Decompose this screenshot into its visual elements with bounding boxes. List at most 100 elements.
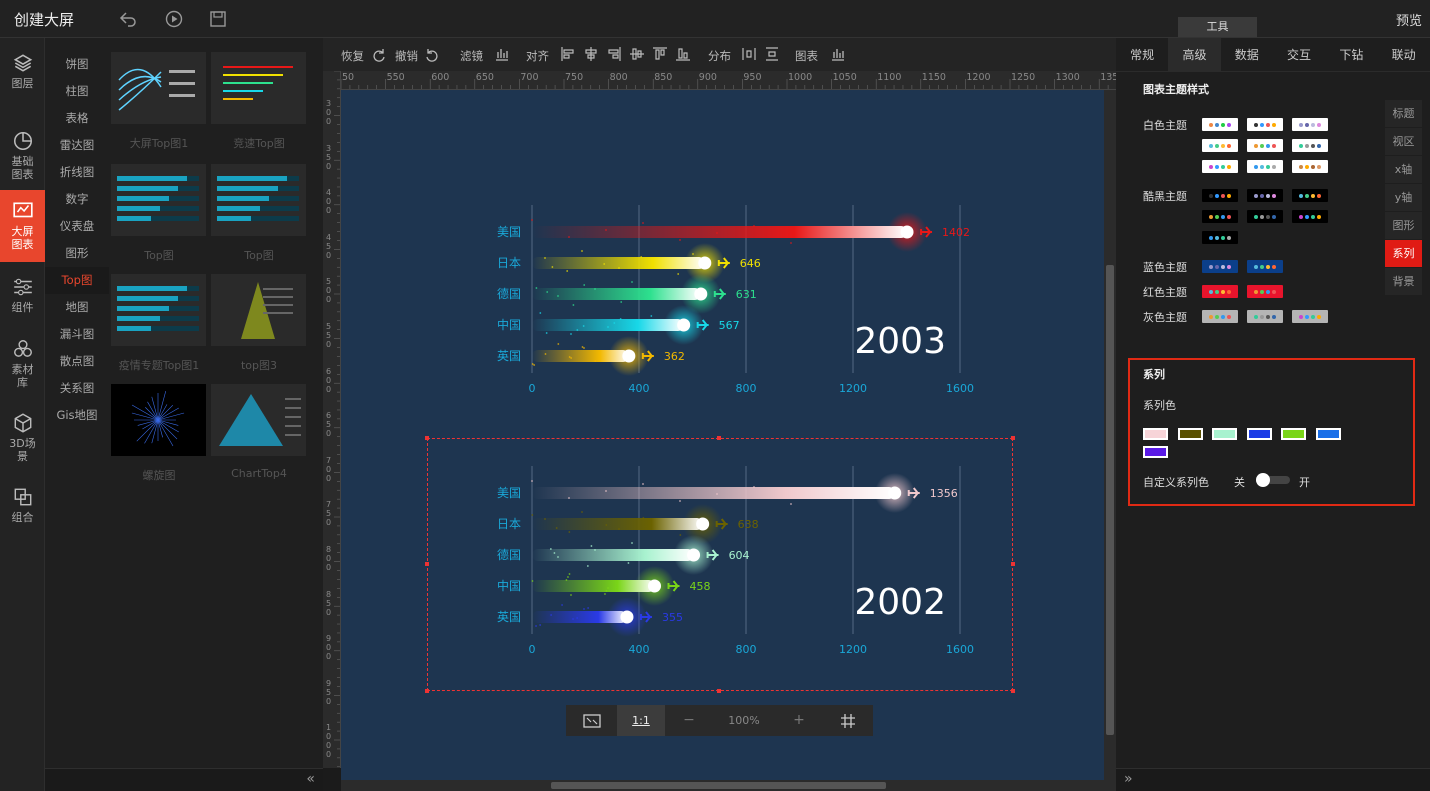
thumbnail-preview[interactable] [111, 164, 206, 236]
bar[interactable] [532, 611, 627, 623]
theme-swatch[interactable] [1292, 118, 1328, 131]
theme-swatch[interactable] [1292, 189, 1328, 202]
align-center-icon[interactable] [583, 46, 599, 62]
theme-swatch[interactable] [1247, 210, 1283, 223]
theme-swatch[interactable] [1292, 210, 1328, 223]
bar[interactable] [532, 518, 703, 530]
series-color-swatch[interactable] [1246, 428, 1272, 440]
theme-swatch[interactable] [1202, 210, 1238, 223]
tab-3[interactable]: 交互 [1273, 38, 1325, 72]
side-tab-0[interactable]: 标题 [1385, 100, 1422, 127]
toggle-knob[interactable] [1256, 473, 1270, 487]
bar[interactable] [532, 288, 701, 300]
theme-swatch[interactable] [1247, 189, 1283, 202]
resize-handle[interactable] [1011, 436, 1015, 440]
thumbnail-preview[interactable] [111, 384, 206, 456]
thumbnail-preview[interactable] [111, 52, 206, 124]
category-item[interactable]: 地图 [45, 294, 109, 321]
bar[interactable] [532, 257, 705, 269]
bar[interactable] [532, 350, 629, 362]
distribute-h-icon[interactable] [741, 46, 757, 62]
bar[interactable] [532, 487, 895, 499]
undo-button[interactable]: 撤销 [395, 48, 418, 64]
top-race-chart-2002[interactable]: 0 400 800 1200 1600 美国 1356 日本 638 德国 604 中国 458 英国 35… [481, 466, 1001, 676]
series-color-swatch[interactable] [1177, 428, 1203, 440]
thumbnail-label[interactable]: 螺旋图 [109, 467, 209, 483]
theme-swatch[interactable] [1202, 285, 1238, 298]
align-left-icon[interactable] [560, 46, 576, 62]
thumbnail-label[interactable]: 疫情专题Top图1 [109, 357, 209, 373]
theme-swatch[interactable] [1202, 310, 1238, 323]
resize-handle[interactable] [425, 436, 429, 440]
nav-item-5[interactable]: 3D场景 [0, 412, 45, 463]
thumbnail-label[interactable]: Top图 [209, 247, 309, 263]
category-item[interactable]: 折线图 [45, 159, 109, 186]
design-canvas[interactable]: 0 400 800 1200 1600 美国 1402 日本 646 德国 631 中国 567 英国 36… [341, 90, 1104, 780]
zoom-out-button[interactable]: − [665, 705, 713, 736]
category-item[interactable]: Gis地图 [45, 402, 109, 429]
tab-4[interactable]: 下钻 [1325, 38, 1377, 72]
tab-5[interactable]: 联动 [1378, 38, 1430, 72]
side-tab-5[interactable]: 系列 [1385, 240, 1422, 267]
preview-button[interactable]: 预览 [1396, 10, 1422, 29]
zoom-in-button[interactable]: + [775, 705, 823, 736]
theme-swatch[interactable] [1247, 118, 1283, 131]
nav-item-4[interactable]: 素材库 [0, 338, 45, 389]
theme-swatch[interactable] [1202, 231, 1238, 244]
theme-swatch[interactable] [1247, 160, 1283, 173]
theme-swatch[interactable] [1292, 310, 1328, 323]
side-tab-4[interactable]: 图形 [1385, 212, 1422, 239]
thumbnail-label[interactable]: top图3 [209, 357, 309, 373]
category-item[interactable]: 饼图 [45, 51, 109, 78]
category-item[interactable]: 散点图 [45, 348, 109, 375]
category-item[interactable]: 雷达图 [45, 132, 109, 159]
distribute-button[interactable]: 分布 [708, 48, 731, 64]
category-item[interactable]: 图形 [45, 240, 109, 267]
category-item[interactable]: Top图 [45, 267, 109, 294]
redo-button[interactable]: 恢复 [341, 48, 364, 64]
zoom-1to1-button[interactable]: 1:1 [617, 705, 665, 736]
align-right-icon[interactable] [606, 46, 622, 62]
theme-swatch[interactable] [1292, 139, 1328, 152]
category-item[interactable]: 表格 [45, 105, 109, 132]
nav-item-6[interactable]: 组合 [0, 486, 45, 524]
play-icon[interactable] [164, 9, 184, 29]
category-item[interactable]: 数字 [45, 186, 109, 213]
side-tab-2[interactable]: x轴 [1385, 156, 1422, 183]
thumbnail-preview[interactable] [211, 384, 306, 456]
align-bottom-icon[interactable] [675, 46, 691, 62]
thumbnail-preview[interactable] [211, 274, 306, 346]
align-hcenter-icon[interactable] [629, 46, 645, 62]
scroll-thumb[interactable] [551, 782, 886, 789]
category-item[interactable]: 漏斗图 [45, 321, 109, 348]
series-color-swatch[interactable] [1212, 428, 1237, 440]
thumbnail-label[interactable]: 大屏Top图1 [109, 135, 209, 151]
distribute-v-icon[interactable] [764, 46, 780, 62]
thumbnail-label[interactable]: 竞速Top图 [209, 135, 309, 151]
nav-item-3[interactable]: 组件 [0, 276, 45, 314]
scroll-thumb[interactable] [1106, 265, 1114, 735]
resize-handle[interactable] [425, 562, 429, 566]
theme-swatch[interactable] [1247, 260, 1283, 273]
thumbnail-preview[interactable] [211, 52, 306, 124]
theme-swatch[interactable] [1247, 285, 1283, 298]
tab-1[interactable]: 高级 [1168, 38, 1221, 72]
nav-item-0[interactable]: 图层 [0, 52, 45, 90]
series-color-swatch[interactable] [1143, 428, 1168, 440]
fit-screen-icon[interactable] [566, 705, 617, 736]
bar[interactable] [532, 319, 684, 331]
tab-2[interactable]: 数据 [1221, 38, 1273, 72]
theme-swatch[interactable] [1247, 139, 1283, 152]
grid-icon[interactable] [823, 705, 873, 736]
resize-handle[interactable] [717, 436, 721, 440]
thumbnail-label[interactable]: ChartTop4 [209, 467, 309, 480]
redo-icon[interactable] [371, 46, 387, 62]
theme-swatch[interactable] [1202, 118, 1238, 131]
tool-tab[interactable]: 工具 [1178, 17, 1257, 37]
bar[interactable] [532, 549, 694, 561]
bar[interactable] [532, 580, 655, 592]
nav-item-2[interactable]: 大屏图表 [0, 190, 45, 262]
filter-chart-icon[interactable] [494, 46, 510, 62]
align-top-icon[interactable] [652, 46, 668, 62]
side-tab-1[interactable]: 视区 [1385, 128, 1422, 155]
